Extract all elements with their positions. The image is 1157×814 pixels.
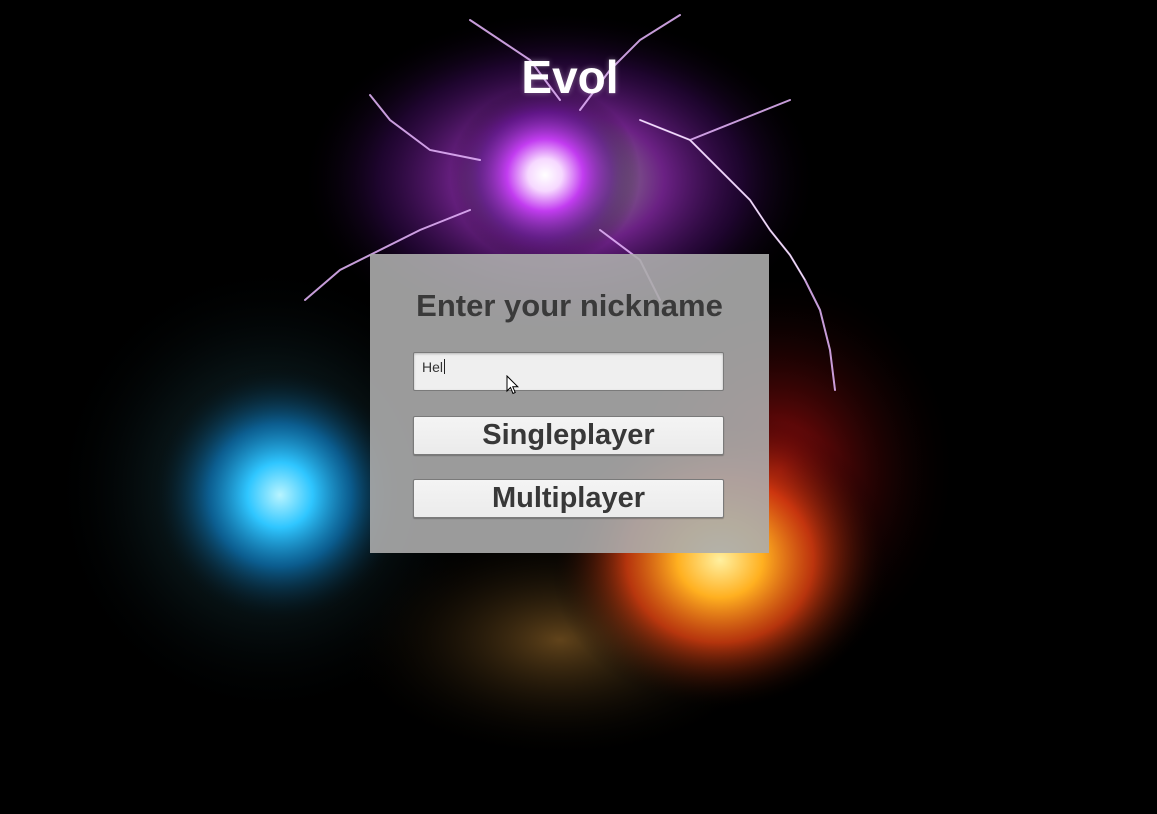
mouse-pointer-icon bbox=[506, 375, 520, 395]
text-caret bbox=[444, 359, 446, 374]
multiplayer-button[interactable]: Multiplayer bbox=[413, 479, 724, 518]
game-title: Evol bbox=[521, 51, 619, 103]
singleplayer-button[interactable]: Singleplayer bbox=[413, 416, 724, 455]
game-screen: Evol Enter your nickname Hel Singleplaye… bbox=[0, 0, 1157, 814]
nickname-menu-panel: Enter your nickname Hel Singleplayer Mul… bbox=[370, 254, 769, 553]
nickname-prompt: Enter your nickname bbox=[416, 288, 723, 323]
nickname-input-value: Hel bbox=[422, 359, 444, 375]
nickname-input[interactable]: Hel bbox=[413, 352, 724, 391]
